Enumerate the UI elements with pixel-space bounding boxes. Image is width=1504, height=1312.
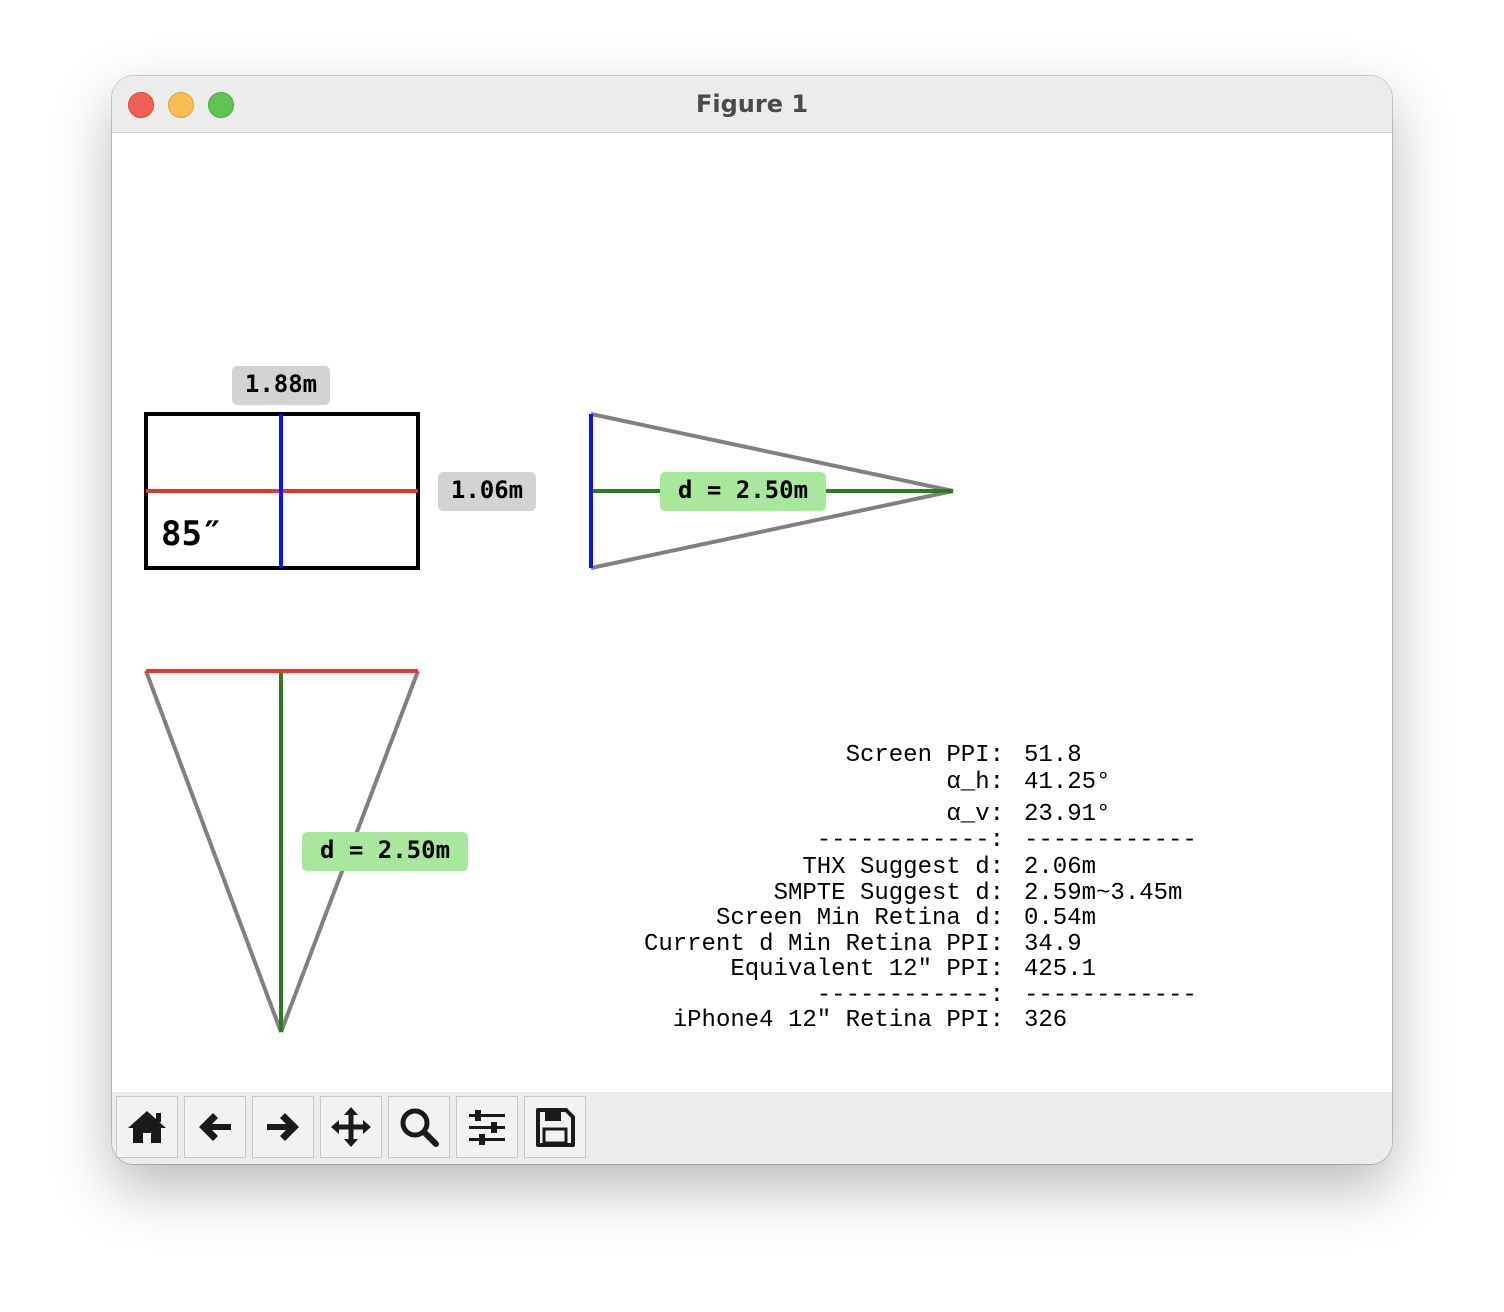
forward-button[interactable]: [252, 1096, 314, 1158]
stats-table: Screen PPI: 51.8α_h: 41.25°α_v: 23.91°-----…: [644, 742, 1197, 1034]
window-title: Figure 1: [695, 90, 809, 118]
width-label: 1.88m: [245, 370, 317, 398]
top-distance-label: d = 2.50m: [320, 836, 450, 864]
sliders-icon: [469, 1110, 505, 1145]
figure-canvas[interactable]: 1.88m 1.06m 85″ d = 2.50m d = 2.50m Scre…: [112, 133, 1392, 1091]
stat-key: iPhone4 12″ Retina PPI:: [673, 1007, 1004, 1034]
arrow-right-icon: [267, 1113, 299, 1141]
zoom-button[interactable]: [388, 1096, 450, 1158]
top-view-diagram: d = 2.50m: [144, 669, 468, 1033]
stat-value: 2.59m~3.45m: [1024, 880, 1182, 907]
screen-diagram: 1.88m 1.06m 85″: [144, 366, 536, 570]
move-icon: [331, 1107, 371, 1147]
left-sight-line: [144, 670, 283, 1033]
home-button[interactable]: [116, 1096, 178, 1158]
stat-value: 425.1: [1024, 956, 1096, 983]
navigation-toolbar: [112, 1092, 1392, 1164]
stat-value: 23.91°: [1024, 801, 1110, 828]
diagonal-label: 85″: [161, 514, 222, 554]
save-button[interactable]: [524, 1096, 586, 1158]
stat-value: 34.9: [1024, 931, 1082, 958]
title-bar: Figure 1: [112, 76, 1392, 133]
stat-value: ------------: [1024, 982, 1197, 1009]
configure-subplots-button[interactable]: [456, 1096, 518, 1158]
side-view-diagram: d = 2.50m: [589, 412, 954, 570]
stat-value: 41.25°: [1024, 769, 1110, 796]
stat-key: α_h:: [946, 769, 1004, 796]
arrow-left-icon: [199, 1113, 231, 1141]
stat-key: Screen Min Retina d:: [716, 905, 1004, 932]
stat-key: Screen PPI:: [846, 742, 1004, 769]
pan-button[interactable]: [320, 1096, 382, 1158]
figure-window: Figure 1 1.88m 1.06m 85″ d = 2.50m d = 2…: [112, 76, 1392, 1164]
stat-value: 0.54m: [1024, 905, 1096, 932]
stat-key: THX Suggest d:: [802, 854, 1004, 881]
height-label: 1.06m: [451, 476, 523, 504]
magnifier-icon: [400, 1108, 439, 1147]
back-button[interactable]: [184, 1096, 246, 1158]
home-icon: [128, 1111, 166, 1143]
stat-key: α_v:: [946, 801, 1004, 828]
side-distance-label: d = 2.50m: [678, 476, 808, 504]
stat-value: 51.8: [1024, 742, 1082, 769]
stat-key: ------------:: [817, 827, 1004, 854]
stat-key: Current d Min Retina PPI:: [644, 931, 1004, 958]
stat-value: 326: [1024, 1007, 1067, 1034]
stat-key: ------------:: [817, 982, 1004, 1009]
stat-key: SMPTE Suggest d:: [774, 880, 1004, 907]
stat-key: Equivalent 12″ PPI:: [730, 956, 1004, 983]
stat-value: 2.06m: [1024, 854, 1096, 881]
figure-svg: 1.88m 1.06m 85″ d = 2.50m d = 2.50m Scre…: [144, 366, 1197, 1034]
floppy-disk-icon: [536, 1108, 575, 1147]
stat-value: ------------: [1024, 827, 1197, 854]
